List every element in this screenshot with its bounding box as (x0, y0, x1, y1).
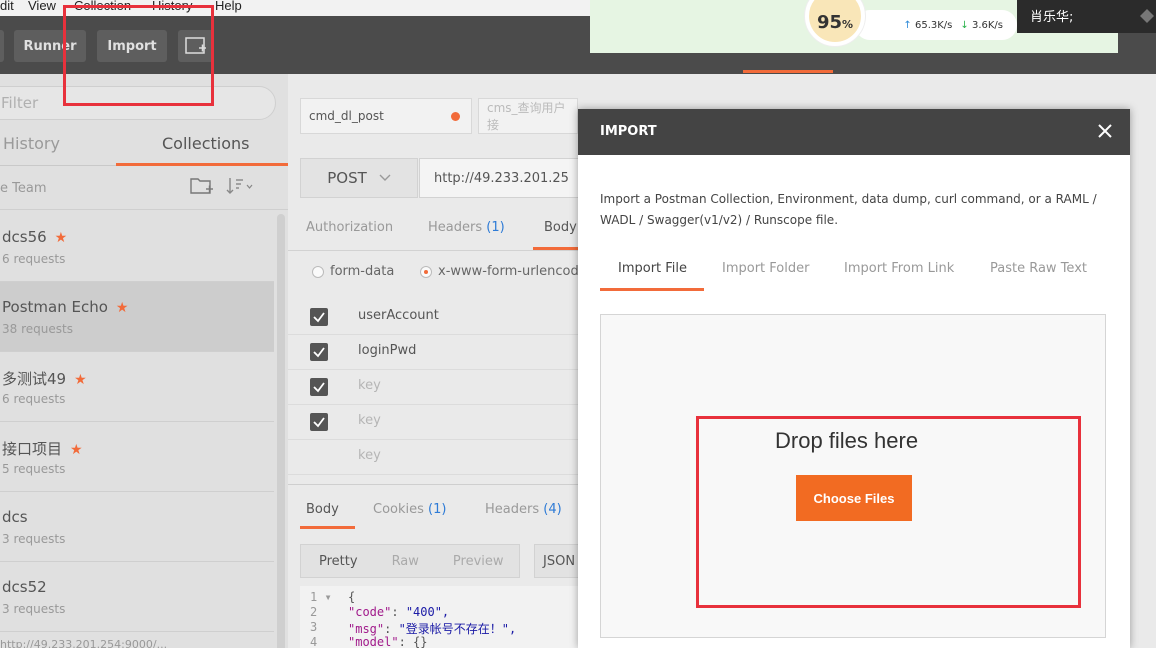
format-raw[interactable]: Raw (392, 554, 419, 569)
upload-speed: ↑ 65.3K/s (903, 19, 953, 31)
param-row[interactable]: key (288, 405, 578, 440)
sidebar-bottom-url: http://49.233.201.254:9000/... (0, 638, 168, 648)
checkbox[interactable] (310, 378, 328, 396)
toolbar-active-indicator (743, 70, 833, 73)
tab-body-indicator (533, 247, 578, 250)
new-button-partial[interactable] (0, 30, 4, 62)
sidebar: Filter History Collections e Team dcs56 ★… (0, 74, 288, 648)
new-collection-icon[interactable] (190, 176, 214, 196)
response-tab-headers[interactable]: Headers (4) (485, 502, 562, 517)
network-speed-pill: ↑ 65.3K/s ↓ 3.6K/s (855, 10, 1017, 40)
radio-urlencoded[interactable]: x-www-form-urlencoded (420, 264, 595, 279)
response-tab-cookies[interactable]: Cookies (1) (373, 502, 446, 517)
chevron-down-icon (379, 174, 391, 181)
annotation-highlight-drop (696, 416, 1081, 608)
star-icon[interactable]: ★ (116, 300, 129, 316)
collection-item[interactable]: dcs52 3 requests (0, 562, 274, 632)
tab-import-link[interactable]: Import From Link (844, 261, 954, 276)
param-row-new[interactable]: key (288, 440, 578, 475)
param-row[interactable]: loginPwd (288, 335, 578, 370)
collection-item[interactable]: dcs56 ★ 6 requests (0, 212, 274, 282)
param-row[interactable]: key (288, 370, 578, 405)
tab-import-file-indicator (600, 288, 704, 291)
modal-description: Import a Postman Collection, Environment… (600, 192, 1097, 227)
percent-value: 95 (816, 11, 843, 33)
tab-body[interactable]: Body (544, 220, 577, 235)
format-preview[interactable]: Preview (453, 554, 504, 569)
tab-paste-raw-text[interactable]: Paste Raw Text (990, 261, 1087, 276)
tab-collections-indicator (116, 163, 288, 166)
request-tab[interactable]: cms_查询用户接 (478, 98, 578, 134)
star-icon[interactable]: ★ (74, 372, 87, 388)
response-tab-body[interactable]: Body (306, 502, 339, 517)
menu-help[interactable]: Help (215, 0, 242, 13)
collection-item[interactable]: dcs 3 requests (0, 492, 274, 562)
collection-item-selected[interactable]: Postman Echo ★ 38 requests (0, 282, 274, 352)
format-pretty[interactable]: Pretty (319, 554, 358, 569)
tab-import-folder[interactable]: Import Folder (722, 261, 809, 276)
checkbox[interactable] (310, 413, 328, 431)
param-row[interactable]: userAccount (288, 300, 578, 335)
sort-icon[interactable] (226, 177, 254, 195)
url-input[interactable]: http://49.233.201.25 (419, 158, 579, 198)
download-speed: ↓ 3.6K/s (960, 19, 1003, 31)
close-icon[interactable] (1096, 122, 1114, 140)
modal-title: IMPORT (600, 124, 657, 139)
tab-history[interactable]: History (3, 134, 60, 153)
tab-collections[interactable]: Collections (162, 134, 249, 153)
method-select[interactable]: POST (300, 158, 418, 198)
star-icon[interactable]: ★ (55, 230, 68, 246)
menu-view[interactable]: View (28, 0, 56, 13)
response-tab-body-indicator (300, 526, 355, 529)
unsaved-dot-icon (451, 112, 460, 121)
request-tab-active[interactable]: cmd_dl_post (300, 98, 472, 134)
collection-item[interactable]: 接口项目 ★ 5 requests (0, 422, 274, 492)
tab-import-file[interactable]: Import File (618, 261, 687, 276)
checkbox[interactable] (310, 308, 328, 326)
language-select[interactable]: JSON (534, 544, 584, 578)
team-label[interactable]: e Team (0, 181, 47, 196)
collection-item[interactable]: 多测试49 ★ 6 requests (0, 352, 274, 422)
tab-headers[interactable]: Headers (1) (428, 220, 505, 235)
user-name: 肖乐华; (1030, 10, 1074, 25)
format-toggle: Pretty Raw Preview (300, 544, 520, 578)
sidebar-scrollbar[interactable] (277, 214, 285, 648)
annotation-highlight-import (63, 5, 214, 106)
response-code: 1 ▾{ 2 "code": "400", 3 "msg": "登录帐号不存在！",… (300, 586, 580, 648)
checkbox[interactable] (310, 343, 328, 361)
tab-authorization[interactable]: Authorization (306, 220, 393, 235)
diamond-icon (1140, 9, 1154, 23)
modal-header: IMPORT (578, 109, 1130, 155)
menu-edit[interactable]: dit (0, 0, 14, 13)
radio-form-data[interactable]: form-data (312, 264, 394, 279)
star-icon[interactable]: ★ (70, 442, 83, 458)
